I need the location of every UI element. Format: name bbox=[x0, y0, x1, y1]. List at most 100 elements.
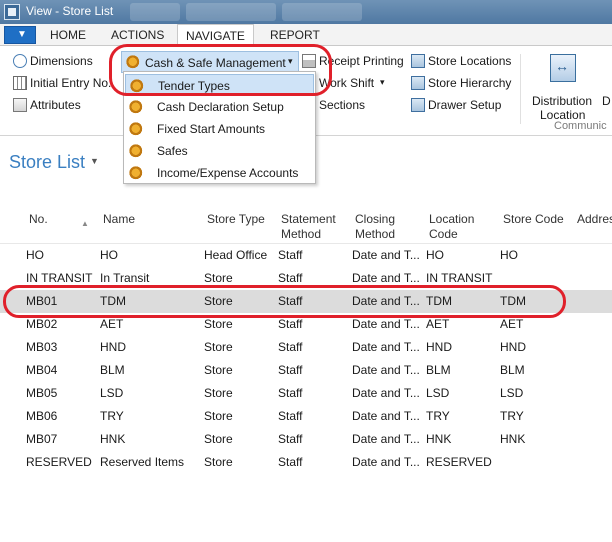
menu-item-income-expense-accounts[interactable]: Income/Expense Accounts bbox=[125, 162, 314, 184]
cell-closing-method: Date and T... bbox=[352, 340, 420, 354]
grid-icon bbox=[13, 76, 27, 90]
cell-no: HO bbox=[26, 248, 44, 262]
drawer-setup-label: Drawer Setup bbox=[428, 98, 502, 112]
cell-no: MB06 bbox=[26, 409, 58, 423]
store-hierarchy-icon bbox=[411, 76, 425, 90]
cell-no: MB05 bbox=[26, 386, 58, 400]
tab-actions[interactable]: ACTIONS bbox=[111, 28, 164, 42]
cell-location-code: LSD bbox=[426, 386, 450, 400]
blurred-tab bbox=[282, 3, 362, 21]
table-row[interactable]: MB04 BLM Store Staff Date and T... BLM B… bbox=[0, 359, 612, 382]
column-header-statement-method[interactable]: Statement Method bbox=[281, 212, 336, 242]
truncated-button-label[interactable]: D bbox=[602, 94, 611, 108]
application-menu-button[interactable]: ▼ bbox=[4, 26, 36, 44]
header-line: Method bbox=[355, 227, 396, 241]
drawer-setup-icon bbox=[411, 98, 425, 112]
cell-statement-method: Staff bbox=[278, 455, 303, 469]
blurred-tab bbox=[130, 3, 180, 21]
cell-location-code: TRY bbox=[426, 409, 450, 423]
column-header-name[interactable]: Name bbox=[103, 212, 135, 227]
cell-store-code: LSD bbox=[500, 386, 524, 400]
cell-statement-method: Staff bbox=[278, 409, 303, 423]
table-row[interactable]: MB06 TRY Store Staff Date and T... TRY T… bbox=[0, 405, 612, 428]
cell-location-code: BLM bbox=[426, 363, 451, 377]
ribbon-group-label: Communic bbox=[554, 120, 607, 132]
cell-store-type: Store bbox=[204, 317, 233, 331]
menu-item-fixed-start-amounts[interactable]: Fixed Start Amounts bbox=[125, 118, 314, 140]
table-row[interactable]: RESERVED Reserved Items Store Staff Date… bbox=[0, 451, 612, 474]
gear-money-icon bbox=[129, 122, 144, 137]
dimensions-icon bbox=[13, 54, 27, 68]
header-line: Statement bbox=[281, 212, 336, 226]
cell-store-type: Store bbox=[204, 455, 233, 469]
attributes-label: Attributes bbox=[30, 98, 81, 112]
cell-closing-method: Date and T... bbox=[352, 409, 420, 423]
menu-item-label: Cash Declaration Setup bbox=[157, 100, 284, 114]
menu-item-cash-declaration-setup[interactable]: Cash Declaration Setup bbox=[125, 96, 314, 118]
gear-money-icon bbox=[129, 100, 144, 115]
cell-no: MB07 bbox=[26, 432, 58, 446]
cell-name: AET bbox=[100, 317, 124, 331]
chevron-down-icon: ▼ bbox=[17, 29, 27, 40]
sections-label: Sections bbox=[319, 98, 366, 112]
store-locations-label: Store Locations bbox=[428, 54, 512, 68]
column-header-location-code[interactable]: Location Code bbox=[429, 212, 474, 242]
cell-no: MB03 bbox=[26, 340, 58, 354]
cell-closing-method: Date and T... bbox=[352, 271, 420, 285]
attributes-icon bbox=[13, 98, 27, 112]
tab-report[interactable]: REPORT bbox=[270, 28, 320, 42]
annotation-oval bbox=[3, 285, 566, 318]
blurred-tab bbox=[186, 3, 276, 21]
annotation-oval bbox=[109, 44, 332, 96]
distribution-label: Distribution bbox=[532, 94, 593, 108]
cell-closing-method: Date and T... bbox=[352, 386, 420, 400]
column-header-closing-method[interactable]: Closing Method bbox=[355, 212, 395, 242]
chevron-down-icon[interactable]: ▼ bbox=[90, 156, 99, 166]
header-line: Method bbox=[281, 227, 322, 241]
cell-store-code: TRY bbox=[500, 409, 524, 423]
cell-store-type: Store bbox=[204, 386, 233, 400]
header-line: Location bbox=[429, 212, 475, 226]
column-header-store-code[interactable]: Store Code bbox=[503, 212, 564, 227]
initial-entry-button[interactable]: Initial Entry No. bbox=[13, 75, 119, 93]
header-line: Closing bbox=[355, 212, 396, 226]
ribbon-tabs: ▼ HOME ACTIONS NAVIGATE REPORT bbox=[0, 24, 612, 47]
cell-no: RESERVED bbox=[26, 455, 92, 469]
page-title: Store List bbox=[9, 152, 86, 172]
column-header-store-type[interactable]: Store Type bbox=[207, 212, 265, 227]
table-row[interactable]: MB07 HNK Store Staff Date and T... HNK H… bbox=[0, 428, 612, 451]
menu-item-label: Income/Expense Accounts bbox=[157, 166, 299, 180]
cell-store-type: Store bbox=[204, 363, 233, 377]
cell-store-type: Store bbox=[204, 432, 233, 446]
cell-store-type: Store bbox=[204, 409, 233, 423]
ribbon-separator bbox=[520, 54, 521, 124]
table-row[interactable]: MB03 HND Store Staff Date and T... HND H… bbox=[0, 336, 612, 359]
cell-statement-method: Staff bbox=[278, 432, 303, 446]
dimensions-label: Dimensions bbox=[30, 54, 93, 68]
cell-location-code: AET bbox=[426, 317, 450, 331]
distribution-location-button[interactable]: Distribution Location bbox=[528, 52, 598, 122]
gear-money-icon bbox=[129, 144, 144, 159]
cell-store-code: HNK bbox=[500, 432, 526, 446]
table-divider bbox=[0, 243, 612, 244]
column-header-address[interactable]: Addres bbox=[577, 212, 612, 227]
cell-statement-method: Staff bbox=[278, 386, 303, 400]
cell-name: In Transit bbox=[100, 271, 150, 285]
cell-closing-method: Date and T... bbox=[352, 455, 420, 469]
tab-home[interactable]: HOME bbox=[50, 28, 86, 42]
menu-item-safes[interactable]: Safes bbox=[125, 140, 314, 162]
cell-closing-method: Date and T... bbox=[352, 363, 420, 377]
cell-name: HNK bbox=[100, 432, 126, 446]
header-line: Code bbox=[429, 227, 458, 241]
cell-statement-method: Staff bbox=[278, 271, 303, 285]
cell-name: LSD bbox=[100, 386, 124, 400]
cell-location-code: RESERVED bbox=[426, 455, 492, 469]
table-row[interactable]: MB05 LSD Store Staff Date and T... LSD L… bbox=[0, 382, 612, 405]
store-locations-icon bbox=[411, 54, 425, 68]
cell-no: MB02 bbox=[26, 317, 58, 331]
column-header-no[interactable]: No. bbox=[29, 212, 48, 227]
menu-item-label: Fixed Start Amounts bbox=[157, 122, 266, 136]
table-row[interactable]: HO HO Head Office Staff Date and T... HO… bbox=[0, 244, 612, 267]
chevron-down-icon: ▾ bbox=[380, 77, 385, 87]
app-icon bbox=[4, 4, 20, 20]
